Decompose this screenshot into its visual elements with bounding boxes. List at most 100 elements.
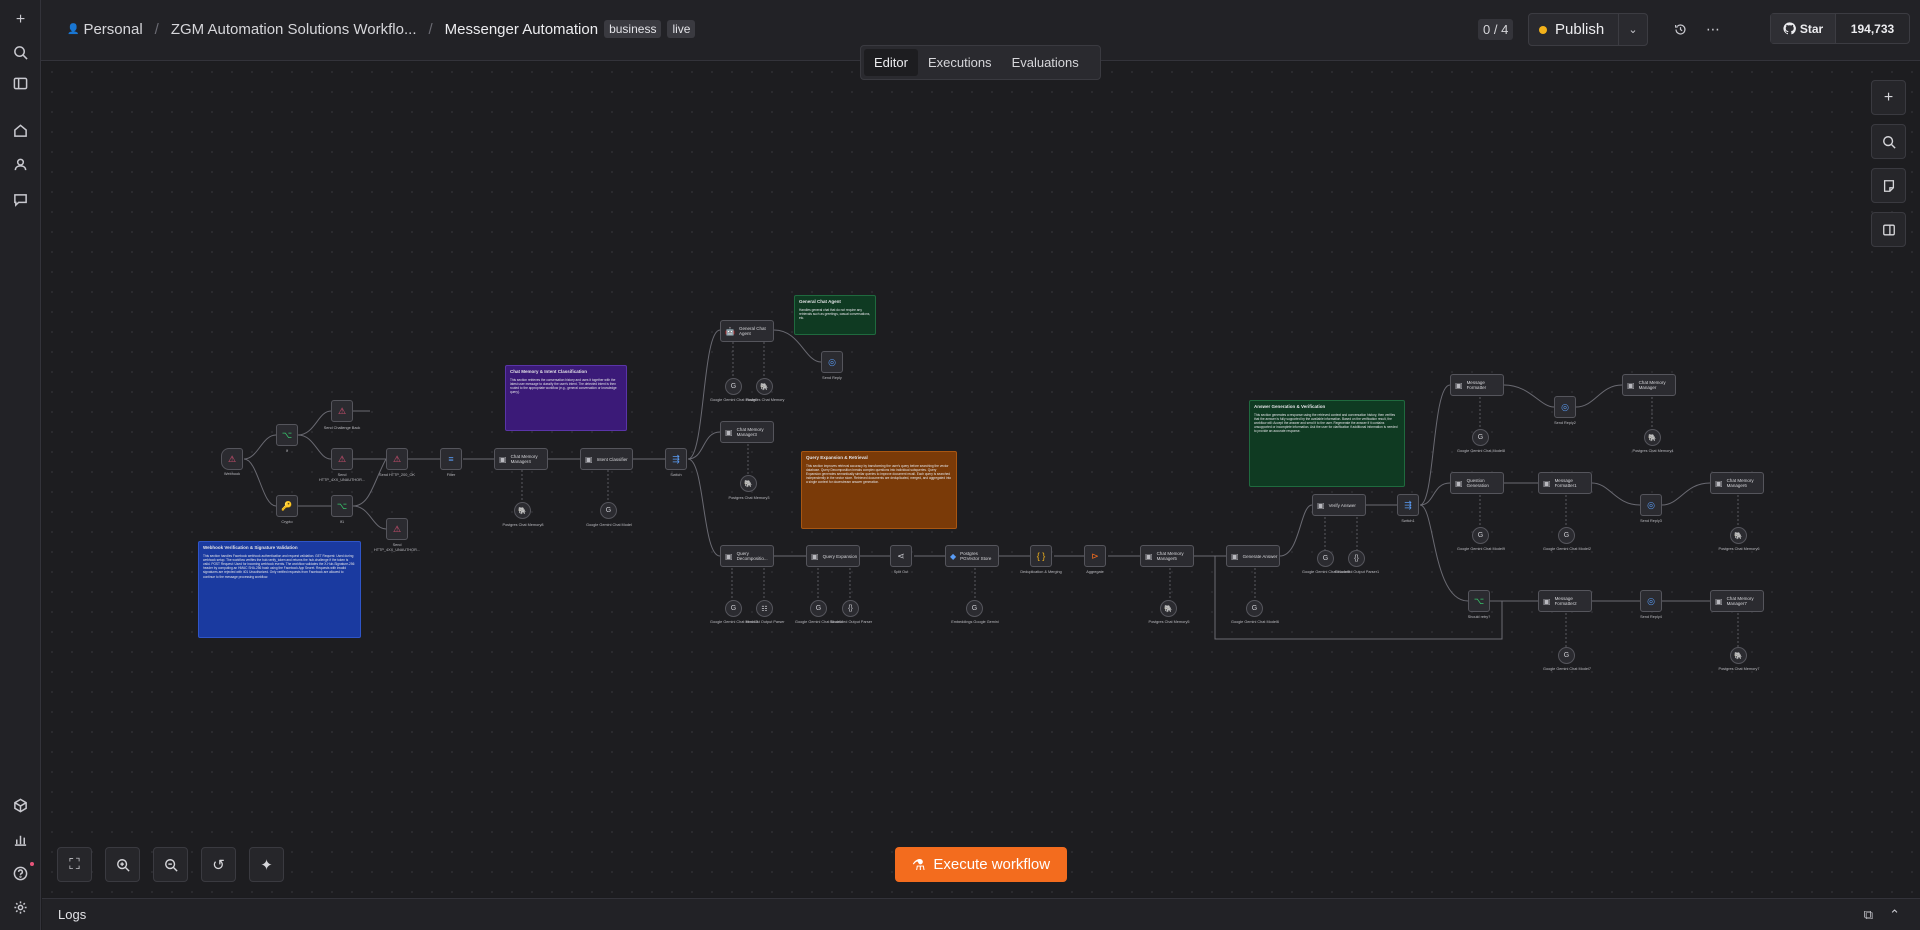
node-if1[interactable]: ⌥ [331, 495, 353, 517]
node-should-retry[interactable]: ⌥ [1468, 590, 1490, 612]
node-aggregate[interactable]: ⊳ [1084, 545, 1106, 567]
node-dedup-merge[interactable]: { } [1030, 545, 1052, 567]
add-icon[interactable]: + [8, 7, 33, 32]
chevron-up-icon[interactable]: ⌃ [1889, 907, 1900, 923]
node-filter[interactable]: ≡ [440, 448, 462, 470]
node-send-unauthorized-2[interactable]: ⚠ [386, 518, 408, 540]
node-chat-memory-manager-6[interactable]: ▣ Chat Memory Manager6 [1710, 472, 1764, 494]
node-chat-memory-manager[interactable]: ▣ Chat Memory Manager4 [494, 448, 548, 470]
zoom-out-icon[interactable] [153, 847, 188, 882]
node-postgres-memory[interactable]: 🐘 [756, 378, 773, 395]
node-postgres-memory[interactable]: 🐘 [1730, 527, 1747, 544]
node-gemini-model[interactable]: G [725, 600, 742, 617]
node-postgres-memory[interactable]: 🐘 [740, 475, 757, 492]
sticky-general-agent[interactable]: General Chat Agent Handles general chat t… [794, 295, 876, 335]
node-webhook[interactable]: ⚠ [221, 448, 243, 470]
node-embeddings[interactable]: G [966, 600, 983, 617]
node-switch-1[interactable]: ⇶ [1397, 494, 1419, 516]
execute-workflow-button[interactable]: ⚗ Execute workflow [895, 847, 1067, 882]
node-message-formatter-2[interactable]: ▣ Message Formatter2 [1538, 590, 1592, 612]
workflow-name[interactable]: Messenger Automation [445, 21, 598, 38]
tag-live[interactable]: live [667, 20, 696, 38]
node-intent-classifier[interactable]: ▣ Intent Classifier [580, 448, 633, 470]
node-postgres-memory[interactable]: 🐘 [1160, 600, 1177, 617]
crumb-personal[interactable]: Personal [83, 21, 142, 38]
node-chat-memory-manager-5[interactable]: ▣ Chat Memory Manager5 [1140, 545, 1194, 567]
node-gemini-model[interactable]: G [1472, 429, 1489, 446]
node-gemini-model[interactable]: G [810, 600, 827, 617]
tidy-up-icon[interactable]: ✦ [249, 847, 284, 882]
node-postgres-memory[interactable]: 🐘 [1730, 647, 1747, 664]
node-send-reply-2[interactable]: ◎ [1554, 396, 1576, 418]
sidebar-toggle-icon[interactable] [8, 71, 33, 96]
search-icon[interactable] [8, 40, 33, 65]
node-gemini-model[interactable]: G [1558, 647, 1575, 664]
more-options-icon[interactable]: ⋯ [1701, 17, 1725, 41]
github-star[interactable]: Star [1771, 14, 1836, 43]
node-query-expansion[interactable]: ▣ Query Expansion [806, 545, 860, 567]
node-verify-answer[interactable]: ▣ Verify Answer [1312, 494, 1366, 516]
undo-icon[interactable]: ↺ [201, 847, 236, 882]
production-checklist-counter[interactable]: 0 / 4 [1478, 19, 1514, 40]
chevron-down-icon[interactable]: ⌄ [1619, 14, 1647, 45]
node-gemini-model[interactable]: G [1246, 600, 1263, 617]
zoom-in-icon[interactable] [105, 847, 140, 882]
popout-icon[interactable]: ⧉ [1864, 907, 1873, 923]
panel-toggle-icon[interactable] [1871, 212, 1906, 247]
node-chat-memory-manager-m[interactable]: ▣ Chat Memory Manager [1622, 374, 1676, 396]
user-icon[interactable] [8, 152, 33, 177]
node-generate-answer[interactable]: ▣ Generate Answer [1226, 545, 1280, 567]
logs-panel[interactable]: Logs ⧉ ⌃ [42, 898, 1920, 930]
node-message-formatter[interactable]: ▣ Message Formatter [1450, 374, 1504, 396]
history-icon[interactable] [1668, 17, 1692, 41]
node-send-reply-4[interactable]: ◎ [1640, 590, 1662, 612]
node-postgres-memory[interactable]: 🐘 [514, 502, 531, 519]
crumb-project[interactable]: ZGM Automation Solutions Workflo... [171, 21, 417, 38]
chat-icon[interactable] [8, 187, 33, 212]
tag-business[interactable]: business [604, 20, 662, 38]
tab-editor[interactable]: Editor [864, 49, 918, 76]
node-question-generation[interactable]: ▣ Question Generation [1450, 472, 1504, 494]
node-message-formatter-1[interactable]: ▣ Message Formatter1 [1538, 472, 1592, 494]
node-send-200[interactable]: ⚠ [386, 448, 408, 470]
node-vector-store[interactable]: ◆ Postgres PGVector Store [945, 545, 999, 567]
node-structured-parser[interactable]: {} [842, 600, 859, 617]
node-send-unauthorized[interactable]: ⚠ [331, 448, 353, 470]
node-chat-memory-manager-7[interactable]: ▣ Chat Memory Manager7 [1710, 590, 1764, 612]
node-gemini-model[interactable]: G [1317, 550, 1334, 567]
node-send-reply[interactable]: ◎ [821, 351, 843, 373]
add-node-icon[interactable]: + [1871, 80, 1906, 115]
templates-icon[interactable] [8, 793, 33, 818]
node-if[interactable]: ⌥ [276, 424, 298, 446]
node-query-decomposition[interactable]: ▣ Query Decompositio... [720, 545, 774, 567]
node-general-chat-agent[interactable]: 🤖 General Chat Agent [720, 320, 774, 342]
sticky-webhook[interactable]: Webhook Verification & Signature Validat… [198, 541, 361, 638]
node-gemini-model[interactable]: G [725, 378, 742, 395]
insights-icon[interactable] [8, 827, 33, 852]
home-icon[interactable] [8, 118, 33, 143]
node-crypto[interactable]: 🔑 [276, 495, 298, 517]
node-chat-memory-manager-3[interactable]: ▣ Chat Memory Manager3 [720, 421, 774, 443]
github-star-button[interactable]: Star 194,733 [1770, 13, 1910, 44]
sticky-query-expansion[interactable]: Query Expansion & Retrieval This section … [801, 451, 957, 529]
node-postgres-memory[interactable]: 🐘 [1644, 429, 1661, 446]
node-structured-parser[interactable]: {} [1348, 550, 1365, 567]
node-gemini-model[interactable]: G [600, 502, 617, 519]
fit-view-icon[interactable]: ⛶ [57, 847, 92, 882]
node-item-list-parser[interactable]: ☷ [756, 600, 773, 617]
sticky-chat-memory[interactable]: Chat Memory & Intent Classification This … [505, 365, 627, 431]
publish-button[interactable]: Publish [1529, 14, 1619, 45]
node-gemini-model[interactable]: G [1558, 527, 1575, 544]
settings-icon[interactable] [8, 895, 33, 920]
node-send-reply-3[interactable]: ◎ [1640, 494, 1662, 516]
node-split-out[interactable]: ⋖ [890, 545, 912, 567]
help-icon[interactable] [8, 861, 34, 886]
sticky-answer-generation[interactable]: Answer Generation & Verification This sec… [1249, 400, 1405, 487]
sticky-note-icon[interactable] [1871, 168, 1906, 203]
tab-evaluations[interactable]: Evaluations [1002, 49, 1089, 76]
node-gemini-model[interactable]: G [1472, 527, 1489, 544]
node-send-challenge[interactable]: ⚠ [331, 400, 353, 422]
tab-executions[interactable]: Executions [918, 49, 1002, 76]
node-switch[interactable]: ⇶ [665, 448, 687, 470]
search-nodes-icon[interactable] [1871, 124, 1906, 159]
